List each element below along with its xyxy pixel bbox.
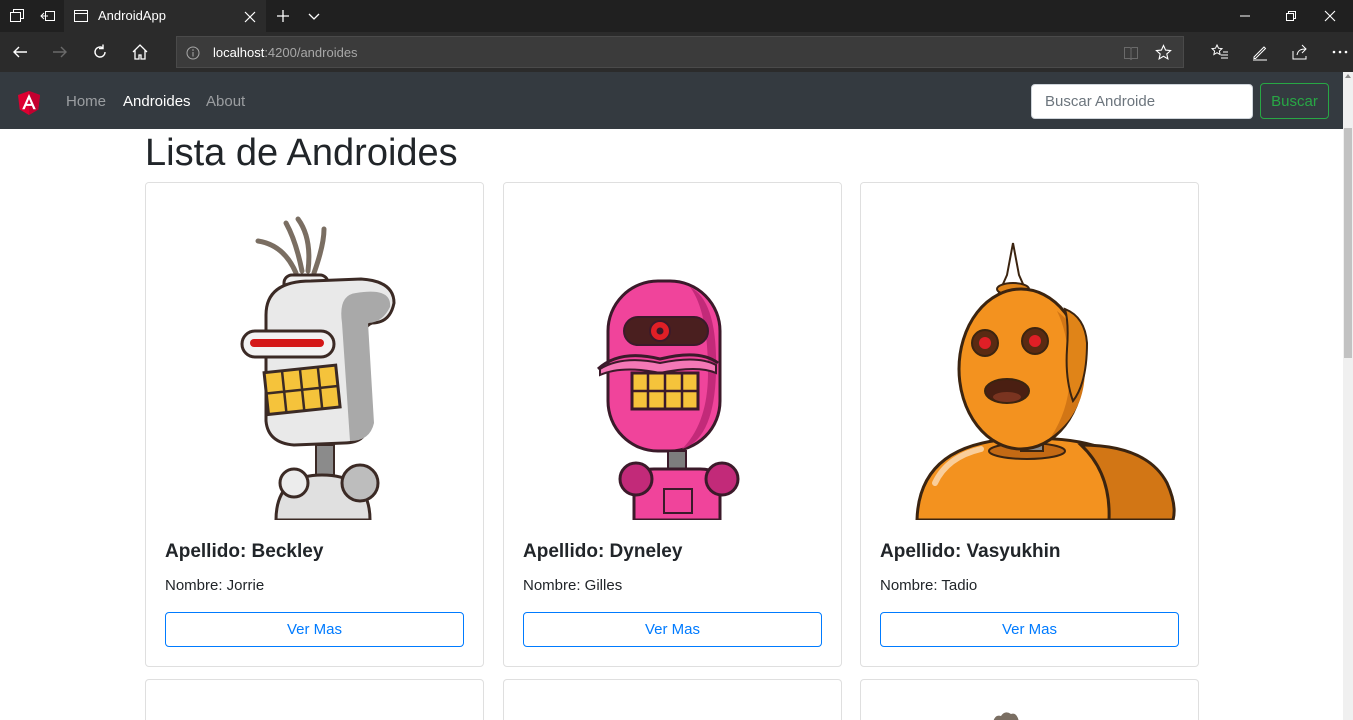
url-text: localhost:4200/androides	[213, 45, 358, 60]
new-tab-icon[interactable]	[275, 8, 291, 24]
nav-link-about[interactable]: About	[206, 93, 245, 110]
page-title: Lista de Androides	[145, 132, 458, 174]
search-button[interactable]: Buscar	[1260, 83, 1329, 119]
android-card	[860, 679, 1199, 720]
more-options-icon[interactable]	[1328, 40, 1352, 64]
android-image[interactable]	[504, 183, 841, 520]
browser-titlebar: AndroidApp	[0, 0, 1353, 32]
android-card: Apellido: Vasyukhin Nombre: Tadio Ver Ma…	[860, 182, 1199, 667]
nav-link-home[interactable]: Home	[66, 93, 106, 110]
address-bar[interactable]: localhost:4200/androides	[176, 36, 1184, 68]
android-apellido: Apellido: Beckley	[165, 541, 324, 562]
page-icon	[74, 9, 88, 22]
forward-arrow-icon[interactable]	[48, 40, 72, 64]
tab-title: AndroidApp	[98, 8, 166, 23]
scroll-up-arrow-icon[interactable]	[1345, 74, 1351, 78]
search-input[interactable]	[1031, 84, 1253, 119]
android-apellido: Apellido: Dyneley	[523, 541, 683, 562]
close-tab-icon[interactable]	[244, 10, 256, 23]
tab-manager-icon[interactable]	[9, 8, 25, 24]
notes-pen-icon[interactable]	[1248, 40, 1272, 64]
android-image[interactable]	[981, 708, 1031, 720]
browser-tab[interactable]: AndroidApp	[64, 0, 266, 32]
angular-logo-icon[interactable]	[18, 91, 40, 115]
minimize-icon[interactable]	[1222, 0, 1268, 32]
android-image[interactable]	[861, 183, 1198, 520]
ver-mas-button[interactable]: Ver Mas	[880, 612, 1179, 647]
scrollbar-thumb[interactable]	[1344, 128, 1352, 358]
back-arrow-icon[interactable]	[8, 40, 32, 64]
favorite-star-icon[interactable]	[1155, 44, 1172, 66]
chevron-down-icon[interactable]	[306, 8, 322, 24]
android-card	[503, 679, 842, 720]
android-card: Apellido: Beckley Nombre: Jorrie Ver Mas	[145, 182, 484, 667]
set-tabs-aside-icon[interactable]	[40, 8, 56, 24]
ver-mas-button[interactable]: Ver Mas	[523, 612, 822, 647]
android-apellido: Apellido: Vasyukhin	[880, 541, 1061, 562]
favorites-list-icon[interactable]	[1208, 40, 1232, 64]
reading-view-icon[interactable]	[1123, 45, 1139, 66]
android-nombre: Nombre: Tadio	[880, 577, 978, 594]
refresh-icon[interactable]	[88, 40, 112, 64]
android-card	[145, 679, 484, 720]
android-card: Apellido: Dyneley Nombre: Gilles Ver Mas	[503, 182, 842, 667]
home-icon[interactable]	[128, 40, 152, 64]
close-window-icon[interactable]	[1307, 0, 1353, 32]
nav-link-androides[interactable]: Androides	[123, 93, 191, 110]
share-icon[interactable]	[1288, 40, 1312, 64]
android-nombre: Nombre: Jorrie	[165, 577, 265, 594]
browser-toolbar: localhost:4200/androides	[0, 32, 1353, 72]
android-nombre: Nombre: Gilles	[523, 577, 623, 594]
page-scrollbar[interactable]	[1343, 72, 1353, 720]
ver-mas-button[interactable]: Ver Mas	[165, 612, 464, 647]
android-image[interactable]	[146, 183, 483, 520]
info-icon[interactable]	[186, 46, 200, 65]
